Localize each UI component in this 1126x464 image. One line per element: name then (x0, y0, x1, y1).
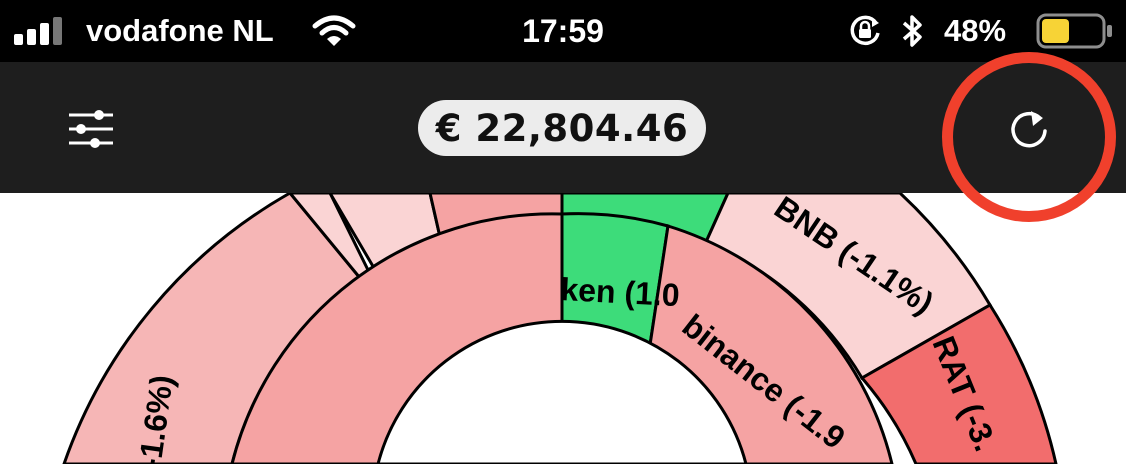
battery-percent: 48% (944, 13, 1007, 48)
signal-bars-icon (14, 0, 70, 62)
sliders-icon (69, 110, 113, 148)
portfolio-sunburst: ken (1.0 binance (-1.9 -1.6%) BNB (-1.1%… (62, 193, 1058, 464)
wifi-icon (312, 0, 356, 62)
refresh-icon (1011, 111, 1047, 148)
total-balance[interactable]: € 22,804.46 (418, 100, 706, 156)
bluetooth-icon (900, 0, 926, 62)
carrier-name: vodafone NL (86, 13, 274, 48)
orientation-lock-icon (848, 0, 882, 62)
sunburst-label: ken (1.0 (560, 271, 681, 313)
status-bar: vodafone NL 17:59 48% (0, 0, 1126, 62)
refresh-button[interactable] (996, 96, 1062, 162)
battery-icon (1036, 0, 1114, 62)
toolbar: € 22,804.46 (0, 62, 1126, 193)
filter-button[interactable] (58, 96, 124, 162)
